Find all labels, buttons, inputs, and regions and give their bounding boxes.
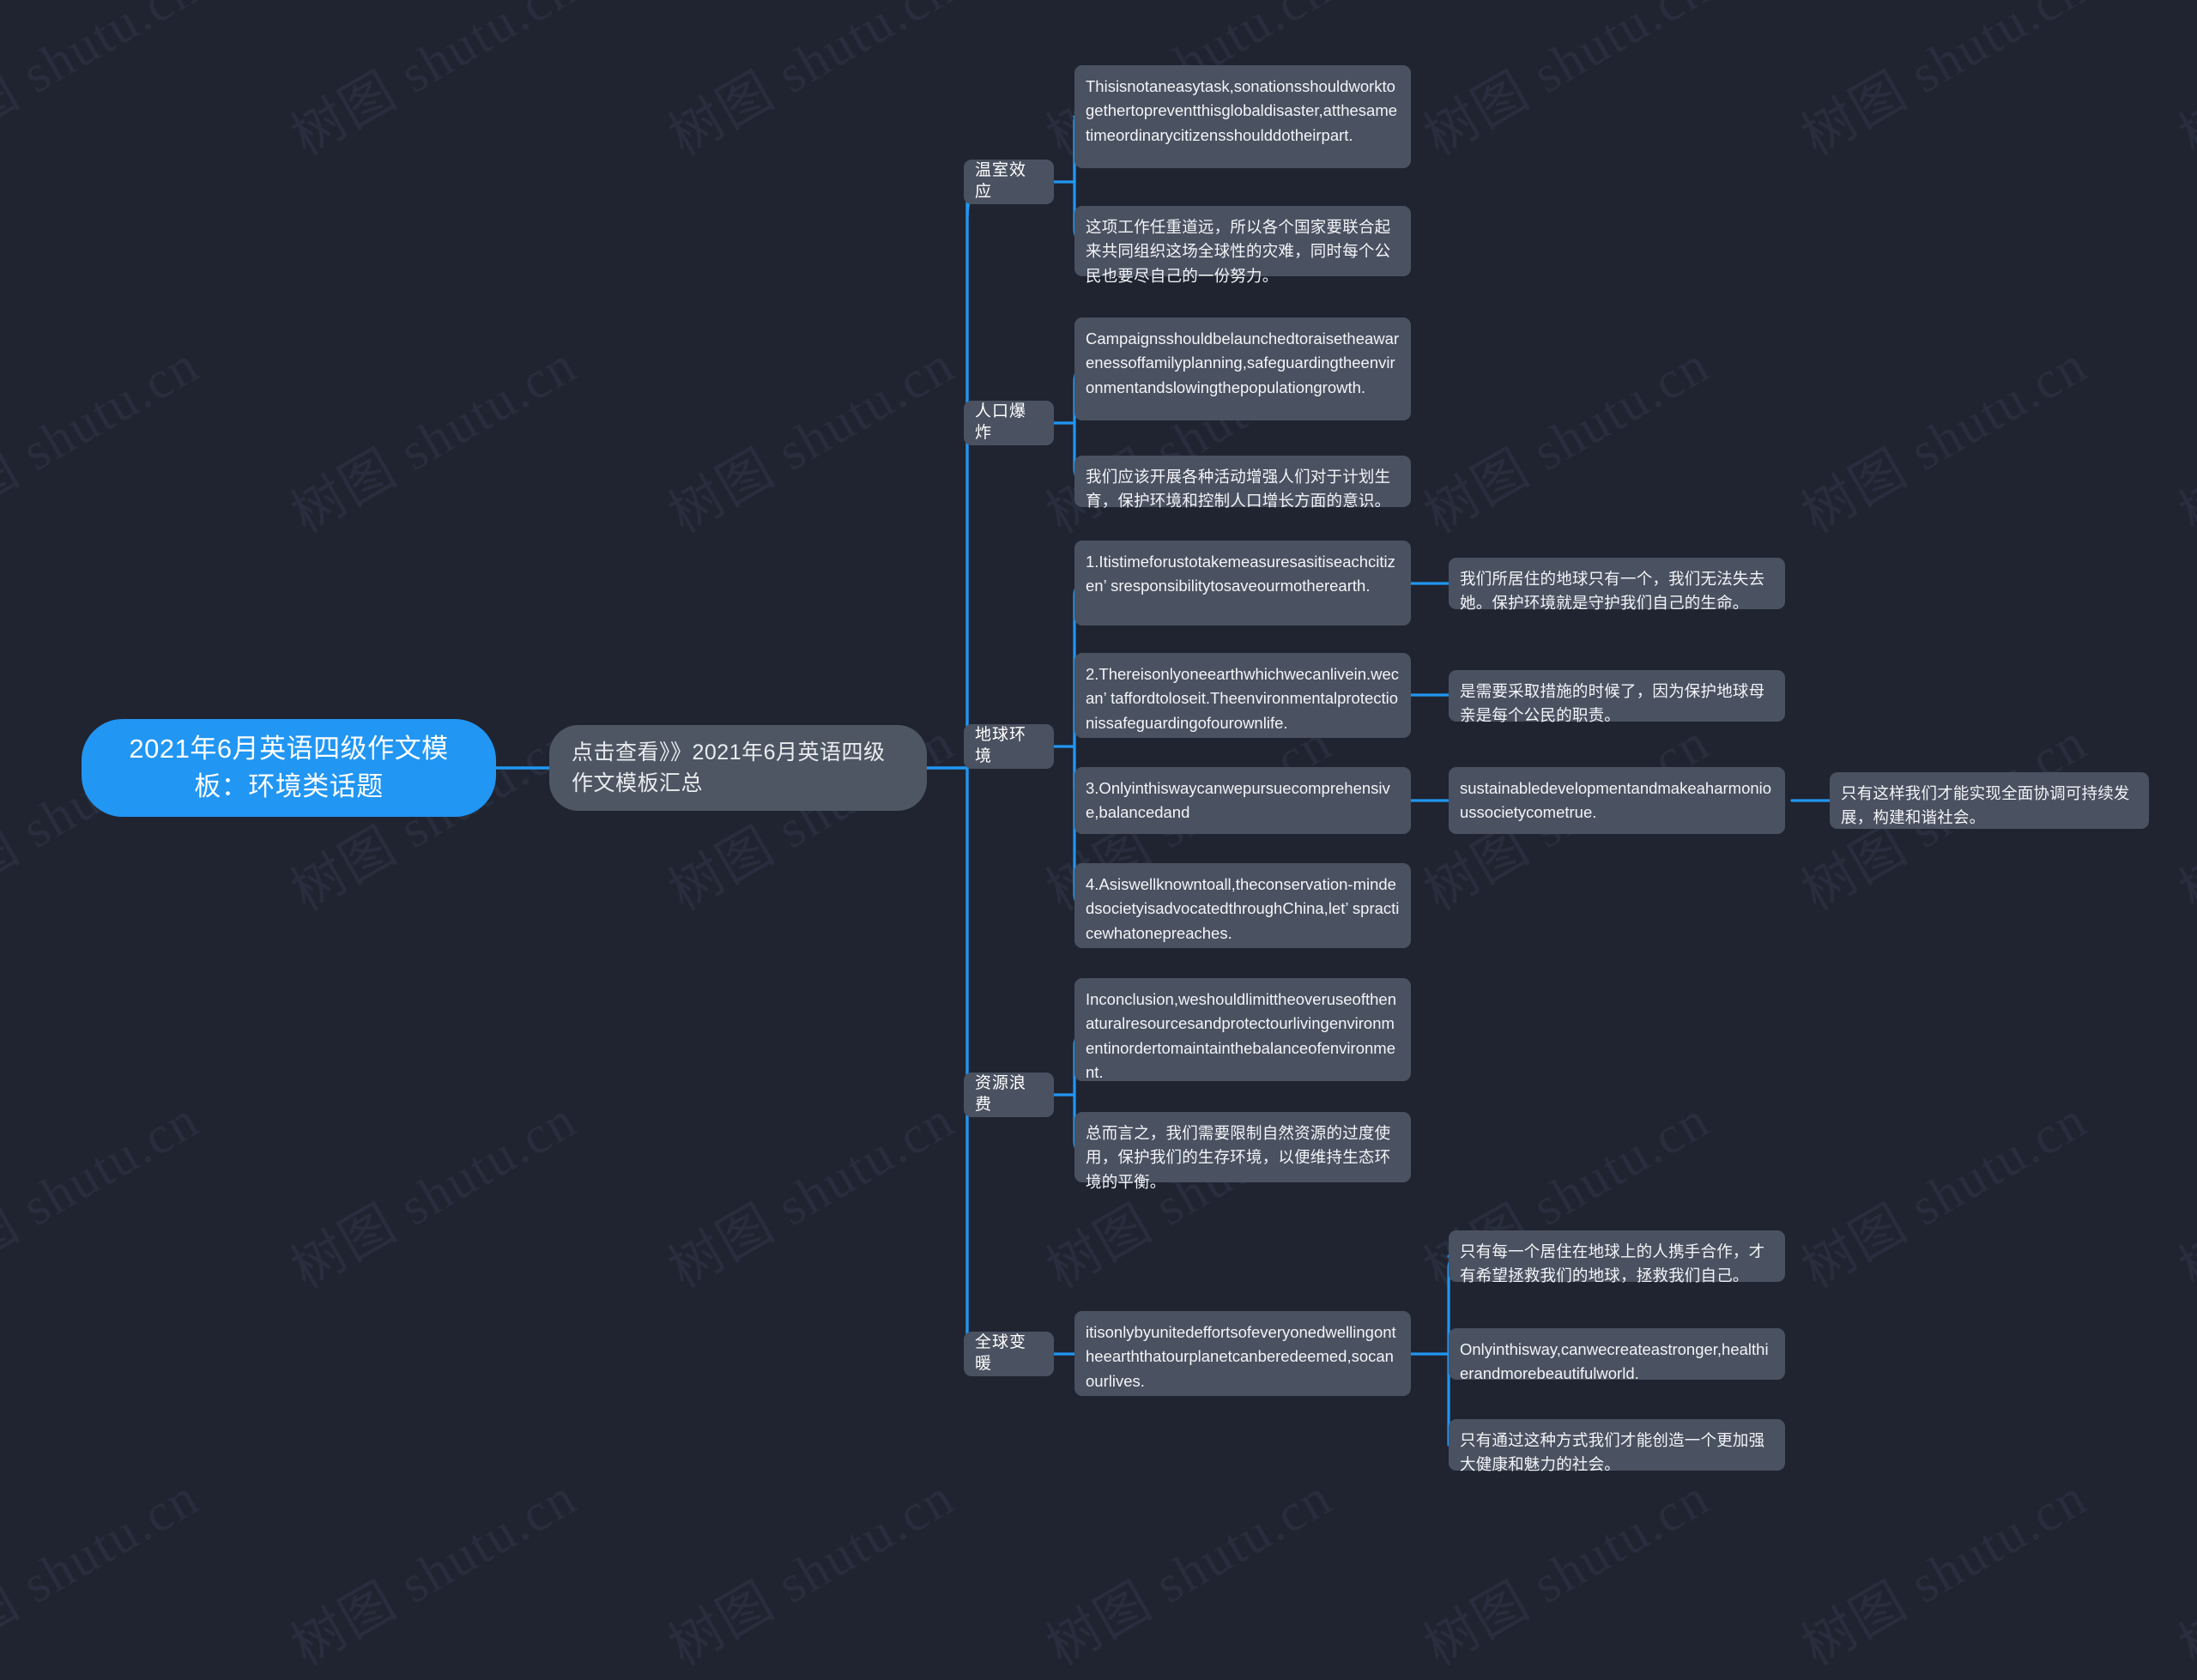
branch-label: 资源浪费	[975, 1074, 1027, 1114]
trunk-node[interactable]: 点击查看》》2021年6月英语四级作文模板汇总	[549, 725, 927, 811]
content-card[interactable]: 这项工作任重道远，所以各个国家要联合起来共同组织这场全球性的灾难，同时每个公民也…	[1074, 206, 1411, 285]
content-card-text: 3.Onlyinthiswaycanwepursuecomprehensive,…	[1086, 779, 1390, 822]
branch-node-global-warming[interactable]: 全球变暖	[964, 1332, 1054, 1376]
content-card-text: 这项工作任重道远，所以各个国家要联合起来共同组织这场全球性的灾难，同时每个公民也…	[1086, 218, 1391, 285]
content-card-text: Inconclusion,weshouldlimittheoveruseofth…	[1086, 990, 1396, 1081]
content-card[interactable]: Campaignsshouldbelaunchedtoraisetheaware…	[1074, 317, 1411, 420]
content-card-text: 只有每一个居住在地球上的人携手合作，才有希望拯救我们的地球，拯救我们自己。	[1460, 1242, 1765, 1285]
content-card[interactable]: 是需要采取措施的时候了，因为保护地球母亲是每个公民的职责。	[1449, 670, 1785, 724]
branch-label: 地球环境	[975, 726, 1027, 765]
branch-label: 全球变暖	[975, 1333, 1027, 1373]
content-card[interactable]: Thisisnotaneasytask,sonationsshouldworkt…	[1074, 65, 1411, 168]
content-card[interactable]: 只有通过这种方式我们才能创造一个更加强大健康和魅力的社会。	[1449, 1419, 1785, 1473]
content-card-text: itisonlybyunitedeffortsofeveryonedwellin…	[1086, 1323, 1396, 1390]
content-card-text: 我们所居住的地球只有一个，我们无法失去她。保护环境就是守护我们自己的生命。	[1460, 570, 1765, 613]
content-card[interactable]: Inconclusion,weshouldlimittheoveruseofth…	[1074, 978, 1411, 1081]
content-card-text: Thisisnotaneasytask,sonationsshouldworkt…	[1086, 77, 1398, 144]
content-card-text: Onlyinthisway,canwecreateastronger,healt…	[1460, 1340, 1769, 1383]
branch-label: 温室效应	[975, 161, 1027, 201]
content-card[interactable]: sustainabledevelopmentandmakeaharmonious…	[1449, 767, 1785, 834]
content-card[interactable]: 1.Itistimeforustotakemeasuresasitiseachc…	[1074, 541, 1411, 625]
content-card-text: Campaignsshouldbelaunchedtoraisetheaware…	[1086, 329, 1400, 396]
branch-node-earth-environment[interactable]: 地球环境	[964, 724, 1054, 769]
branch-node-greenhouse[interactable]: 温室效应	[964, 160, 1054, 204]
content-card-text: 是需要采取措施的时候了，因为保护地球母亲是每个公民的职责。	[1460, 682, 1765, 725]
node-layer: 2021年6月英语四级作文模板：环境类话题 点击查看》》2021年6月英语四级作…	[0, 0, 2197, 1523]
content-card[interactable]: 3.Onlyinthiswaycanwepursuecomprehensive,…	[1074, 767, 1411, 834]
branch-node-population[interactable]: 人口爆炸	[964, 401, 1054, 445]
content-card[interactable]: 2.Thereisonlyoneearthwhichwecanlivein.we…	[1074, 653, 1411, 738]
content-card[interactable]: Onlyinthisway,canwecreateastronger,healt…	[1449, 1328, 1785, 1382]
content-card-text: 4.Asiswellknowntoall,theconservation-min…	[1086, 875, 1400, 942]
root-node-label: 2021年6月英语四级作文模板：环境类话题	[129, 733, 449, 801]
content-card[interactable]: 只有这样我们才能实现全面协调可持续发展，构建和谐社会。	[1830, 772, 2149, 829]
content-card[interactable]: 4.Asiswellknowntoall,theconservation-min…	[1074, 863, 1411, 948]
content-card-text: 只有这样我们才能实现全面协调可持续发展，构建和谐社会。	[1841, 784, 2130, 827]
root-node[interactable]: 2021年6月英语四级作文模板：环境类话题	[82, 719, 496, 817]
content-card[interactable]: 只有每一个居住在地球上的人携手合作，才有希望拯救我们的地球，拯救我们自己。	[1449, 1230, 1785, 1284]
content-card[interactable]: 我们所居住的地球只有一个，我们无法失去她。保护环境就是守护我们自己的生命。	[1449, 558, 1785, 612]
content-card-text: sustainabledevelopmentandmakeaharmonious…	[1460, 779, 1772, 822]
content-card-text: 只有通过这种方式我们才能创造一个更加强大健康和魅力的社会。	[1460, 1431, 1765, 1474]
content-card-text: 我们应该开展各种活动增强人们对于计划生育，保护环境和控制人口增长方面的意识。	[1086, 468, 1391, 511]
content-card-text: 2.Thereisonlyoneearthwhichwecanlivein.we…	[1086, 665, 1400, 732]
content-card[interactable]: 我们应该开展各种活动增强人们对于计划生育，保护环境和控制人口增长方面的意识。	[1074, 456, 1411, 510]
content-card-text: 总而言之，我们需要限制自然资源的过度使用，保护我们的生存环境，以便维持生态环境的…	[1086, 1124, 1391, 1191]
content-card-text: 1.Itistimeforustotakemeasuresasitiseachc…	[1086, 553, 1395, 595]
branch-node-resource-waste[interactable]: 资源浪费	[964, 1073, 1054, 1117]
content-card[interactable]: itisonlybyunitedeffortsofeveryonedwellin…	[1074, 1311, 1411, 1396]
branch-label: 人口爆炸	[975, 402, 1027, 442]
content-card[interactable]: 总而言之，我们需要限制自然资源的过度使用，保护我们的生存环境，以便维持生态环境的…	[1074, 1112, 1411, 1191]
trunk-node-label: 点击查看》》2021年6月英语四级作文模板汇总	[572, 740, 886, 795]
